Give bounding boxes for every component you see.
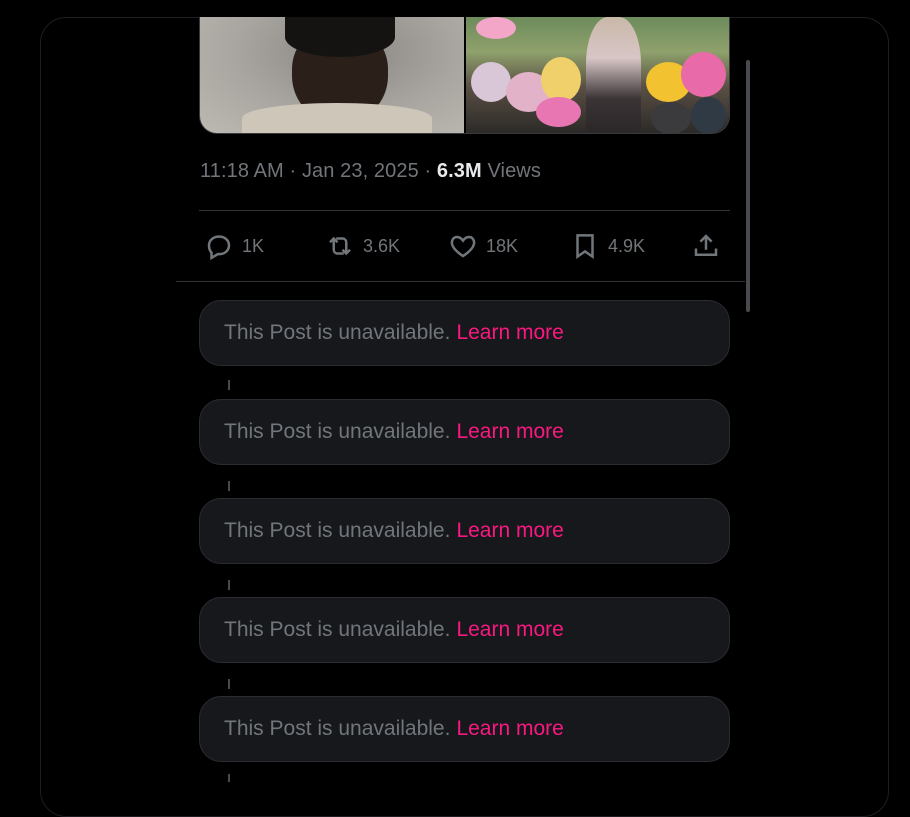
unavailable-post-card[interactable]: This Post is unavailable. Learn more — [199, 498, 730, 564]
tweet-date[interactable]: Jan 23, 2025 — [302, 160, 419, 182]
flower-bouquet — [681, 52, 726, 97]
flower-bouquet — [536, 97, 581, 127]
tweet-action-bar: 1K 3.6K 18K 4.9K — [199, 226, 730, 266]
unavailable-message: This Post is unavailable. — [224, 321, 451, 344]
mourning-people — [586, 17, 641, 133]
learn-more-link[interactable]: Learn more — [456, 321, 563, 345]
like-count: 18K — [486, 235, 519, 256]
unavailable-message: This Post is unavailable. — [224, 420, 451, 443]
heart-icon — [450, 235, 476, 258]
flower-bucket — [691, 97, 726, 133]
meta-separator: · — [289, 160, 297, 182]
share-button[interactable] — [691, 226, 721, 266]
unavailable-post-card[interactable]: This Post is unavailable. Learn more — [199, 300, 730, 366]
reply-icon — [207, 235, 231, 261]
thread-connector — [228, 580, 230, 590]
learn-more-link[interactable]: Learn more — [456, 618, 563, 642]
learn-more-link[interactable]: Learn more — [456, 519, 563, 543]
divider — [199, 210, 730, 211]
unavailable-post-card[interactable]: This Post is unavailable. Learn more — [199, 696, 730, 762]
bookmark-count: 4.9K — [608, 235, 646, 256]
mugshot-photo[interactable] — [200, 17, 464, 133]
views-label[interactable]: Views — [487, 160, 541, 182]
divider — [176, 281, 745, 282]
unavailable-post-card[interactable]: This Post is unavailable. Learn more — [199, 597, 730, 663]
thread-connector — [228, 774, 230, 782]
learn-more-link[interactable]: Learn more — [456, 420, 563, 444]
bookmark-button[interactable]: 4.9K — [570, 226, 645, 266]
tweet-metadata: 11:18 AM · Jan 23, 2025 · 6.3M Views — [200, 160, 541, 183]
reply-count: 1K — [242, 235, 265, 256]
meta-separator: · — [424, 160, 432, 182]
unavailable-message: This Post is unavailable. — [224, 618, 451, 641]
thread-connector — [228, 679, 230, 689]
mugshot-shirt — [242, 103, 432, 133]
pink-balloon — [476, 17, 516, 39]
views-count[interactable]: 6.3M — [437, 160, 482, 182]
thread-connector — [228, 481, 230, 491]
thread-connector — [228, 380, 230, 390]
flower-bouquet — [471, 62, 511, 102]
unavailable-message: This Post is unavailable. — [224, 717, 451, 740]
learn-more-link[interactable]: Learn more — [456, 717, 563, 741]
share-icon — [694, 234, 718, 256]
scrollbar[interactable] — [746, 60, 750, 312]
flower-bucket — [651, 102, 691, 133]
like-button[interactable]: 18K — [448, 226, 518, 266]
memorial-flowers-photo[interactable] — [466, 17, 729, 133]
tweet-media-grid[interactable] — [199, 17, 730, 134]
unavailable-post-card[interactable]: This Post is unavailable. Learn more — [199, 399, 730, 465]
mugshot-hair — [285, 17, 395, 57]
flower-bouquet — [541, 57, 581, 102]
tweet-time[interactable]: 11:18 AM — [200, 160, 284, 182]
reply-button[interactable]: 1K — [204, 226, 264, 266]
unavailable-message: This Post is unavailable. — [224, 519, 451, 542]
bookmark-icon — [576, 234, 594, 260]
repost-count: 3.6K — [363, 235, 401, 256]
repost-icon — [329, 236, 351, 256]
repost-button[interactable]: 3.6K — [325, 226, 400, 266]
